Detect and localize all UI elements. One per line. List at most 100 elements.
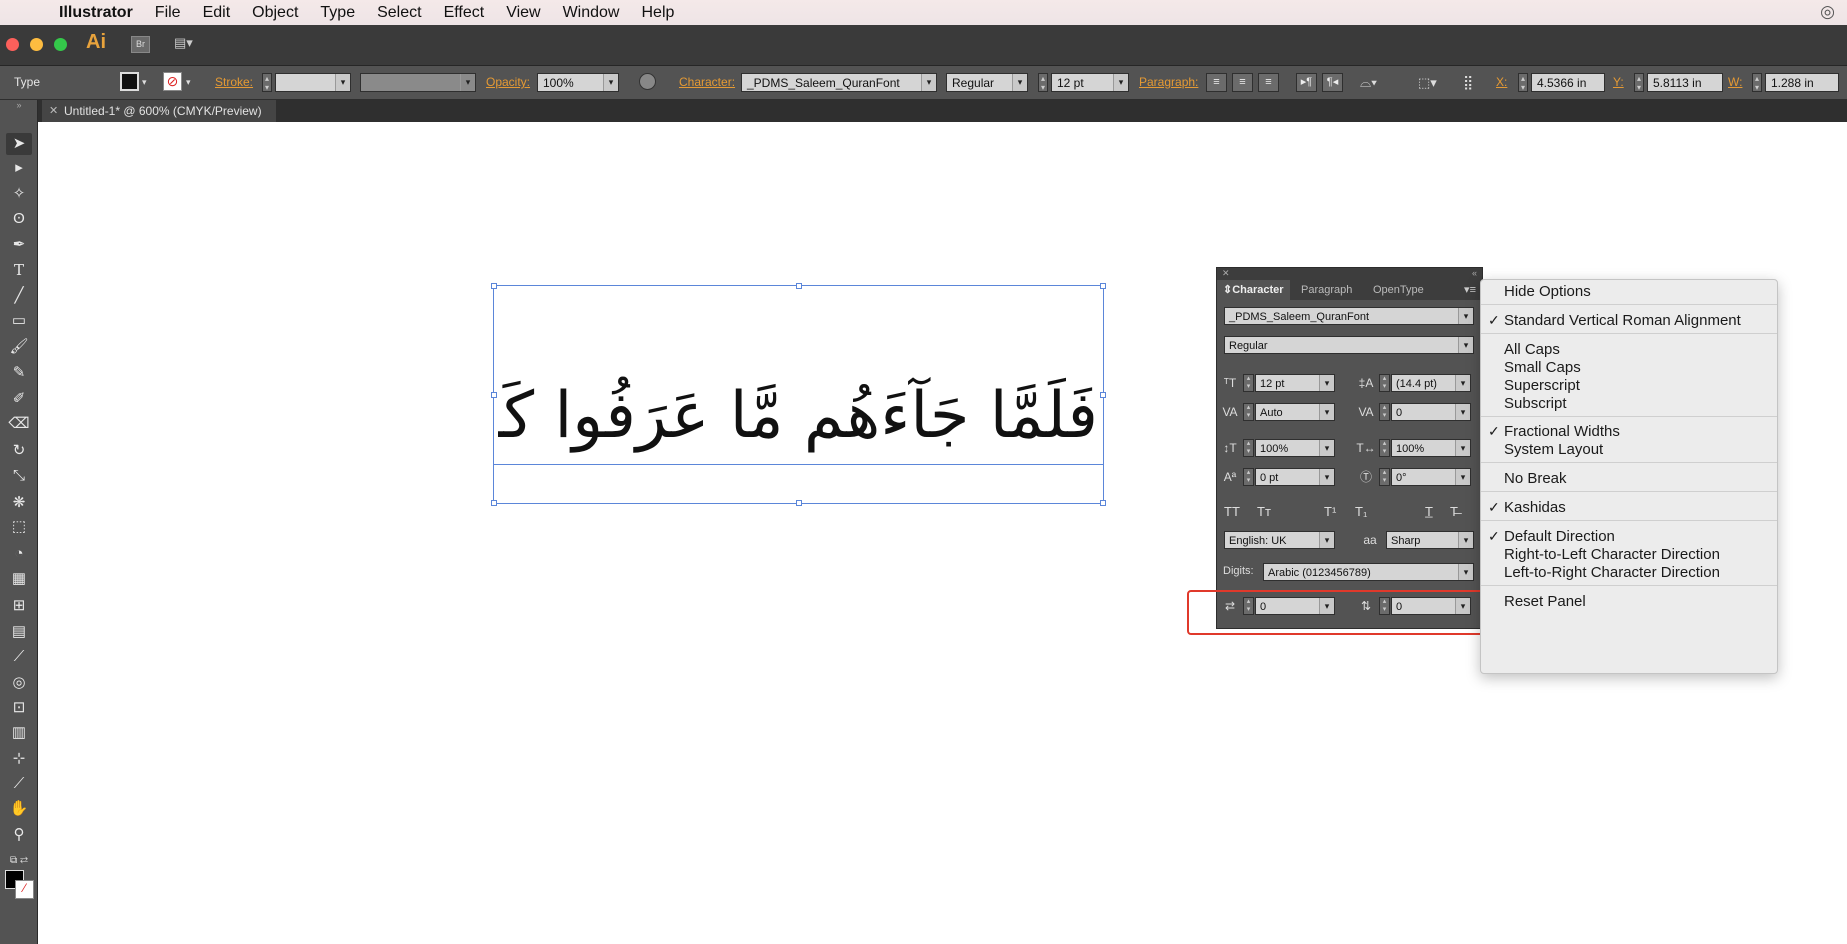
stroke-color-swatch[interactable]: ⁄ (15, 880, 34, 899)
panel-menu-icon[interactable]: ▾≡ (1458, 280, 1482, 300)
free-transform-tool-icon[interactable]: ⬚ (6, 516, 32, 538)
minimize-window-button[interactable] (30, 38, 43, 51)
transform-reference-icon[interactable]: ⬚▾ (1418, 73, 1437, 92)
chevron-down-icon[interactable]: ▾ (460, 74, 475, 91)
document-tab[interactable]: ✕ Untitled-1* @ 600% (CMYK/Preview) (42, 100, 276, 122)
panel-font-size-input[interactable]: 12 pt ▾ (1255, 374, 1335, 392)
collapse-tools-icon[interactable]: » (6, 100, 32, 110)
shape-builder-tool-icon[interactable]: ◔ (6, 543, 32, 565)
menu-item-small-caps[interactable]: Small Caps (1504, 359, 1581, 376)
menu-item-standard-vertical-alignment[interactable]: ✓ Standard Vertical Roman Alignment (1488, 312, 1741, 329)
default-colors-icon[interactable]: ⧉ ⇄ (6, 850, 32, 872)
rotate-tool-icon[interactable]: ↻ (6, 440, 32, 462)
strikethrough-icon[interactable]: T̶ (1450, 504, 1458, 519)
tab-opentype[interactable]: OpenType (1367, 280, 1430, 300)
w-stepper[interactable]: ▴ ▾ (1752, 73, 1762, 92)
chevron-down-icon[interactable]: ▾ (1458, 532, 1473, 548)
menu-item-rtl-direction[interactable]: Right-to-Left Character Direction (1504, 546, 1720, 563)
kerning-stepper[interactable]: ▴ ▾ (1243, 403, 1254, 421)
leading-stepper[interactable]: ▴ ▾ (1379, 374, 1390, 392)
close-panel-icon[interactable]: ✕ (1222, 268, 1230, 279)
menu-item-superscript[interactable]: Superscript (1504, 377, 1580, 394)
menu-item-subscript[interactable]: Subscript (1504, 395, 1567, 412)
stroke-none-swatch[interactable]: ⊘ (163, 72, 182, 91)
horizontal-scale-input[interactable]: 100% ▾ (1391, 439, 1471, 457)
menu-illustrator[interactable]: Illustrator (48, 4, 144, 22)
stroke-dropdown-icon[interactable]: ▾ (186, 73, 191, 92)
rotation-input[interactable]: 0° ▾ (1391, 468, 1471, 486)
digits-select[interactable]: Arabic (0123456789) ▾ (1263, 563, 1474, 581)
chevron-down-icon[interactable]: ▾ (1319, 404, 1334, 420)
bridge-button[interactable]: Br (131, 36, 150, 53)
chevron-down-icon[interactable]: ▾ (1455, 469, 1470, 485)
font-size-stepper[interactable]: ▴ ▾ (1243, 374, 1254, 392)
font-family-select[interactable]: _PDMS_Saleem_QuranFont ▾ (741, 73, 937, 92)
panel-font-style-select[interactable]: Regular ▾ (1224, 336, 1474, 354)
type-tool-icon[interactable]: T (6, 259, 32, 281)
vertical-scale-input[interactable]: 100% ▾ (1255, 439, 1335, 457)
chevron-down-icon[interactable]: ▾ (335, 74, 350, 91)
pencil-tool-icon[interactable]: ✎ (6, 362, 32, 384)
chevron-down-icon[interactable]: ▾ (921, 74, 936, 91)
zoom-tool-icon[interactable]: ⚲ (6, 824, 32, 846)
opacity-label[interactable]: Opacity: (486, 73, 530, 92)
x-stepper[interactable]: ▴ ▾ (1518, 73, 1528, 92)
y-input[interactable]: 5.8113 in (1647, 73, 1723, 92)
menu-item-default-direction[interactable]: ✓ Default Direction (1488, 528, 1615, 545)
ltr-paragraph-icon[interactable]: ▸¶ (1296, 73, 1317, 92)
recolor-artwork-icon[interactable] (639, 73, 656, 90)
resize-handle[interactable] (1100, 392, 1106, 398)
opacity-input[interactable]: 100% ▾ (537, 73, 619, 92)
menu-item-ltr-direction[interactable]: Left-to-Right Character Direction (1504, 564, 1720, 581)
menu-item-fractional-widths[interactable]: ✓ Fractional Widths (1488, 423, 1620, 440)
menu-item-kashidas[interactable]: ✓ Kashidas (1488, 499, 1566, 516)
all-caps-icon[interactable]: TT (1224, 504, 1240, 519)
slice-tool-icon[interactable]: ⟋ (6, 773, 32, 795)
subscript-icon[interactable]: T₁ (1355, 504, 1367, 519)
fill-dropdown-icon[interactable]: ▾ (142, 73, 147, 92)
antialiasing-select[interactable]: Sharp ▾ (1386, 531, 1474, 549)
chevron-down-icon[interactable]: ▾ (1455, 375, 1470, 391)
artboard-tool-icon[interactable]: ⊹ (6, 748, 32, 770)
reference-point-icon[interactable]: ⣿ (1463, 73, 1473, 92)
font-style-select[interactable]: Regular ▾ (946, 73, 1028, 92)
selection-tool-icon[interactable]: ➤ (6, 133, 32, 155)
direct-selection-tool-icon[interactable]: ▸ (6, 157, 32, 179)
stroke-weight-stepper[interactable]: ▴ ▾ (262, 73, 272, 92)
leading-input[interactable]: (14.4 pt) ▾ (1391, 374, 1471, 392)
selected-text-frame[interactable]: فَلَمَّا جَآءَهُم مَّا عَرَفُوا كَفَرُوا… (491, 283, 1106, 506)
stroke-weight-input[interactable]: ▾ (275, 73, 351, 92)
menu-item-no-break[interactable]: No Break (1504, 470, 1567, 487)
close-tab-icon[interactable]: ✕ (49, 100, 58, 122)
eyedropper-tool-icon[interactable]: ⟋ (6, 646, 32, 668)
magic-wand-tool-icon[interactable]: ✧ (6, 183, 32, 205)
resize-handle[interactable] (796, 500, 802, 506)
resize-handle[interactable] (796, 283, 802, 289)
warp-text-icon[interactable]: ⌓▾ (1360, 73, 1377, 92)
creative-cloud-icon[interactable]: ◎ (1820, 2, 1835, 22)
pen-tool-icon[interactable]: ✒ (6, 234, 32, 256)
menu-window[interactable]: Window (552, 4, 631, 22)
chevron-down-icon[interactable]: ▾ (1455, 404, 1470, 420)
lasso-tool-icon[interactable]: ʘ (6, 208, 32, 230)
chevron-down-icon[interactable]: ▾ (1458, 308, 1473, 324)
rectangle-tool-icon[interactable]: ▭ (6, 310, 32, 332)
align-left-icon[interactable]: ≡ (1206, 73, 1227, 92)
menu-file[interactable]: File (144, 4, 192, 22)
menu-view[interactable]: View (495, 4, 551, 22)
chevron-down-icon[interactable]: ▾ (1319, 469, 1334, 485)
collapse-panel-icon[interactable]: « (1472, 268, 1477, 278)
resize-handle[interactable] (1100, 500, 1106, 506)
chevron-down-icon[interactable]: ▾ (1012, 74, 1027, 91)
hand-tool-icon[interactable]: ✋ (6, 798, 32, 820)
kerning-select[interactable]: Auto ▾ (1255, 403, 1335, 421)
tracking-stepper[interactable]: ▴ ▾ (1379, 403, 1390, 421)
chevron-down-icon[interactable]: ▾ (1113, 74, 1128, 91)
column-graph-tool-icon[interactable]: ▥ (6, 722, 32, 744)
superscript-icon[interactable]: T¹ (1324, 504, 1336, 519)
chevron-down-icon[interactable]: ▾ (1458, 337, 1473, 353)
chevron-down-icon[interactable]: ▾ (1319, 532, 1334, 548)
scale-tool-icon[interactable]: ⤡ (6, 465, 32, 487)
rtl-paragraph-icon[interactable]: ¶◂ (1322, 73, 1343, 92)
chevron-down-icon[interactable]: ▾ (603, 74, 618, 91)
